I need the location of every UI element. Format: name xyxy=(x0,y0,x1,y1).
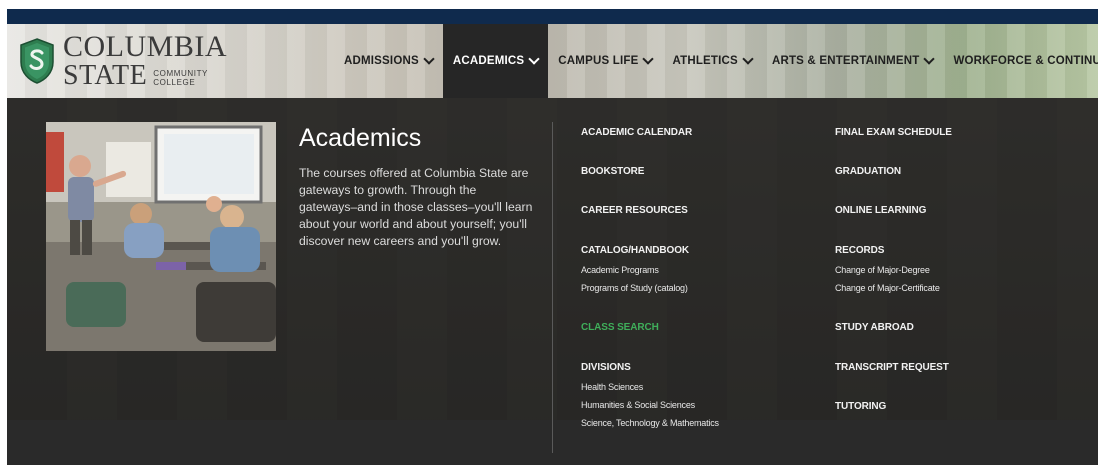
link-online-learning[interactable]: ONLINE LEARNING xyxy=(835,205,926,216)
link-health-sciences[interactable]: Health Sciences xyxy=(581,382,643,392)
link-change-of-major-certificate[interactable]: Change of Major-Certificate xyxy=(835,283,940,293)
chevron-down-icon xyxy=(923,53,936,65)
nav-admissions-label: ADMISSIONS xyxy=(344,55,419,67)
nav-campus-life[interactable]: CAMPUS LIFE xyxy=(548,24,662,98)
nav-academics[interactable]: ACADEMICS xyxy=(442,24,549,98)
link-class-search[interactable]: CLASS SEARCH xyxy=(581,322,659,333)
chevron-down-icon xyxy=(642,53,655,65)
mega-menu-divider xyxy=(552,122,553,453)
link-final-exam-schedule[interactable]: FINAL EXAM SCHEDULE xyxy=(835,127,952,138)
link-humanities-social-sciences[interactable]: Humanities & Social Sciences xyxy=(581,400,695,410)
nav-academics-label: ACADEMICS xyxy=(452,55,525,67)
chevron-down-icon xyxy=(742,53,754,65)
link-catalog-handbook[interactable]: CATALOG/HANDBOOK xyxy=(581,245,689,256)
academics-intro: Academics The courses offered at Columbi… xyxy=(299,124,535,250)
link-career-resources[interactable]: CAREER RESOURCES xyxy=(581,205,688,216)
chevron-down-icon xyxy=(528,53,540,65)
top-utility-bar xyxy=(7,9,1098,24)
nav-athletics[interactable]: ATHLETICS xyxy=(662,24,761,98)
link-academic-calendar[interactable]: ACADEMIC CALENDAR xyxy=(581,127,692,138)
link-transcript-request[interactable]: TRANSCRIPT REQUEST xyxy=(835,362,949,373)
logo-college: COLLEGE xyxy=(153,78,196,87)
college-logo[interactable]: COLUMBIA STATE COMMUNITY COLLEGE xyxy=(19,32,227,90)
academics-mega-menu: Academics The courses offered at Columbi… xyxy=(7,98,1098,465)
link-change-of-major-degree[interactable]: Change of Major-Degree xyxy=(835,265,930,275)
nav-athletics-label: ATHLETICS xyxy=(672,55,738,67)
link-bookstore[interactable]: BOOKSTORE xyxy=(581,166,644,177)
link-programs-of-study[interactable]: Programs of Study (catalog) xyxy=(581,283,688,293)
logo-wordmark-state: STATE xyxy=(63,60,148,91)
nav-admissions[interactable]: ADMISSIONS xyxy=(334,24,443,98)
mega-menu-title: Academics xyxy=(299,124,422,152)
mega-menu-description: The courses offered at Columbia State ar… xyxy=(299,166,533,248)
link-graduation[interactable]: GRADUATION xyxy=(835,166,901,177)
logo-community: COMMUNITY xyxy=(153,69,208,78)
chevron-down-icon xyxy=(423,53,435,65)
shield-logo-icon xyxy=(20,38,54,84)
nav-arts-entertainment[interactable]: ARTS & ENTERTAINMENT xyxy=(762,24,944,98)
nav-workforce-label: WORKFORCE & CONTINUING EDU xyxy=(953,55,1098,67)
link-science-technology-mathematics[interactable]: Science, Technology & Mathematics xyxy=(581,418,719,428)
logo-wordmark-columbia: COLUMBIA xyxy=(63,30,228,63)
nav-campus-life-label: CAMPUS LIFE xyxy=(558,55,639,67)
link-divisions[interactable]: DIVISIONS xyxy=(581,362,631,373)
classroom-photo xyxy=(46,122,276,351)
link-study-abroad[interactable]: STUDY ABROAD xyxy=(835,322,914,333)
link-academic-programs[interactable]: Academic Programs xyxy=(581,265,659,275)
primary-navigation: ADMISSIONS ACADEMICS CAMPUS LIFE ATHLETI… xyxy=(334,24,1098,98)
site-frame: COLUMBIA STATE COMMUNITY COLLEGE ADMISSI… xyxy=(7,9,1098,465)
page: COLUMBIA STATE COMMUNITY COLLEGE ADMISSI… xyxy=(0,0,1098,465)
link-records[interactable]: RECORDS xyxy=(835,245,884,256)
link-tutoring[interactable]: TUTORING xyxy=(835,401,886,412)
nav-arts-entertainment-label: ARTS & ENTERTAINMENT xyxy=(771,55,920,67)
nav-workforce-continuing-edu[interactable]: WORKFORCE & CONTINUING EDU xyxy=(943,24,1098,98)
